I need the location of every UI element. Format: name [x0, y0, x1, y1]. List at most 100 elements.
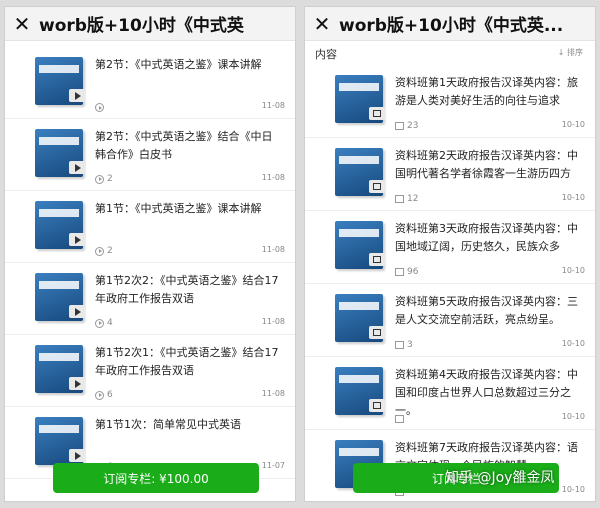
- book-cover-thumbnail: [35, 345, 85, 393]
- cover-title-band: [339, 448, 379, 456]
- cover-title-band: [339, 375, 379, 383]
- right-item-list: 资料班第1天政府报告汉译英内容：旅游是人类对美好生活的向往与追求 23 10-10 资…: [305, 65, 595, 501]
- item-date: 11-08: [261, 173, 285, 182]
- book-cover-thumbnail: [35, 417, 85, 465]
- media-badge: [369, 326, 385, 339]
- item-date: 10-10: [561, 339, 585, 348]
- media-badge: [369, 107, 385, 120]
- cover-title-band: [39, 281, 79, 289]
- item-meta: 3: [395, 340, 413, 350]
- list-item[interactable]: 资料班第2天政府报告汉译英内容：中国明代著名学者徐霞客一生游历四方 12 10-10: [305, 138, 595, 211]
- item-title: 第2节：《中式英语之鉴》课本讲解: [95, 58, 262, 71]
- item-title: 第1节1次：简单常见中式英语: [95, 418, 241, 431]
- item-meta: 23: [395, 121, 418, 131]
- item-meta: 96: [395, 267, 418, 277]
- item-meta: [95, 103, 107, 112]
- list-item[interactable]: 第1节2次2：《中式英语之鉴》结合17年政府工作报告双语 4 11-08: [5, 263, 295, 335]
- item-date: 10-10: [561, 412, 585, 421]
- close-icon[interactable]: ✕: [311, 12, 333, 36]
- media-badge: [69, 161, 85, 174]
- book-cover-thumbnail: [335, 148, 385, 196]
- cover-title-band: [339, 156, 379, 164]
- cover-title-band: [39, 209, 79, 217]
- cover-title-band: [339, 229, 379, 237]
- right-top-bar: ✕ worb版+10小时《中式英...: [305, 7, 595, 41]
- image-icon: [373, 256, 381, 263]
- item-title: 资料班第2天政府报告汉译英内容：中国明代著名学者徐霞客一生游历四方: [395, 149, 578, 180]
- media-badge: [69, 89, 85, 102]
- media-badge: [69, 233, 85, 246]
- section-header: 内容 ↓ 排序: [305, 43, 595, 63]
- item-title: 资料班第1天政府报告汉译英内容：旅游是人类对美好生活的向往与追求: [395, 76, 578, 107]
- cover-title-band: [39, 137, 79, 145]
- media-badge: [369, 180, 385, 193]
- item-title: 第1节：《中式英语之鉴》课本讲解: [95, 202, 262, 215]
- image-count-icon: [395, 415, 404, 423]
- cover-title-band: [39, 353, 79, 361]
- left-page-title: worb版+10小时《中式英: [39, 16, 244, 36]
- play-icon: [75, 307, 81, 316]
- book-cover-thumbnail: [35, 57, 85, 105]
- item-title: 第1节2次2：《中式英语之鉴》结合17年政府工作报告双语: [95, 274, 279, 305]
- item-date: 10-10: [561, 120, 585, 129]
- book-cover-thumbnail: [35, 201, 85, 249]
- item-count: 2: [107, 174, 113, 184]
- item-title: 第1节2次1：《中式英语之鉴》结合17年政府工作报告双语: [95, 346, 279, 377]
- right-phone-screen: ✕ worb版+10小时《中式英... 内容 ↓ 排序 资料班第1天政府报告汉译…: [304, 6, 596, 502]
- list-item[interactable]: 第2节：《中式英语之鉴》结合《中日韩合作》白皮书 2 11-08: [5, 119, 295, 191]
- cover-title-band: [39, 425, 79, 433]
- image-icon: [373, 402, 381, 409]
- item-date: 11-08: [261, 101, 285, 110]
- list-item[interactable]: 第1节：《中式英语之鉴》课本讲解 2 11-08: [5, 191, 295, 263]
- image-count-icon: [395, 341, 404, 349]
- play-icon: [75, 163, 81, 172]
- item-count: 4: [107, 318, 113, 328]
- list-item[interactable]: 资料班第4天政府报告汉译英内容：中国和印度占世界人口总数超过三分之一。 10-10: [305, 357, 595, 430]
- image-count-icon: [395, 268, 404, 276]
- sort-button[interactable]: ↓ 排序: [558, 47, 583, 58]
- book-cover-thumbnail: [35, 129, 85, 177]
- media-badge: [369, 253, 385, 266]
- book-cover-thumbnail: [335, 367, 385, 415]
- item-count: 12: [407, 194, 419, 204]
- item-meta: [395, 415, 407, 423]
- item-meta: 2: [95, 246, 113, 256]
- image-icon: [373, 110, 381, 117]
- play-icon: [75, 451, 81, 460]
- list-item[interactable]: 第2节：《中式英语之鉴》课本讲解 11-08: [5, 47, 295, 119]
- play-count-icon: [95, 174, 104, 184]
- item-count: 2: [107, 246, 113, 256]
- left-top-bar: ✕ worb版+10小时《中式英: [5, 7, 295, 41]
- close-icon[interactable]: ✕: [11, 12, 33, 36]
- list-item[interactable]: 资料班第1天政府报告汉译英内容：旅游是人类对美好生活的向往与追求 23 10-10: [305, 65, 595, 138]
- book-cover-thumbnail: [335, 75, 385, 123]
- item-date: 11-08: [261, 245, 285, 254]
- list-item[interactable]: 资料班第3天政府报告汉译英内容：中国地域辽阔，历史悠久，民族众多 96 10-10: [305, 211, 595, 284]
- list-item[interactable]: 第1节2次1：《中式英语之鉴》结合17年政府工作报告双语 6 11-08: [5, 335, 295, 407]
- item-date: 10-10: [561, 266, 585, 275]
- image-icon: [373, 329, 381, 336]
- subscribe-button[interactable]: 订阅专栏: ¥100.00: [53, 463, 259, 493]
- media-badge: [69, 449, 85, 462]
- item-meta: 12: [395, 194, 418, 204]
- cover-title-band: [339, 83, 379, 91]
- play-icon: [75, 379, 81, 388]
- item-date: 11-07: [261, 461, 285, 470]
- play-icon: [75, 235, 81, 244]
- book-cover-thumbnail: [335, 294, 385, 342]
- book-cover-thumbnail: [35, 273, 85, 321]
- item-date: 10-10: [561, 485, 585, 494]
- section-title: 内容: [315, 48, 337, 61]
- play-count-icon: [95, 103, 104, 112]
- list-item[interactable]: 资料班第5天政府报告汉译英内容：三是人文交流空前活跃，亮点纷呈。 3 10-10: [305, 284, 595, 357]
- item-count: 6: [107, 390, 113, 400]
- item-date: 10-10: [561, 193, 585, 202]
- item-meta: 2: [95, 174, 113, 184]
- left-item-list: 第2节：《中式英语之鉴》课本讲解 11-08 第2节：《中式英语之鉴》结合《中日韩合…: [5, 47, 295, 479]
- item-count: 23: [407, 121, 419, 131]
- image-count-icon: [395, 122, 404, 130]
- image-icon: [373, 183, 381, 190]
- item-title: 资料班第3天政府报告汉译英内容：中国地域辽阔，历史悠久，民族众多: [395, 222, 578, 253]
- media-badge: [369, 399, 385, 412]
- item-date: 11-08: [261, 389, 285, 398]
